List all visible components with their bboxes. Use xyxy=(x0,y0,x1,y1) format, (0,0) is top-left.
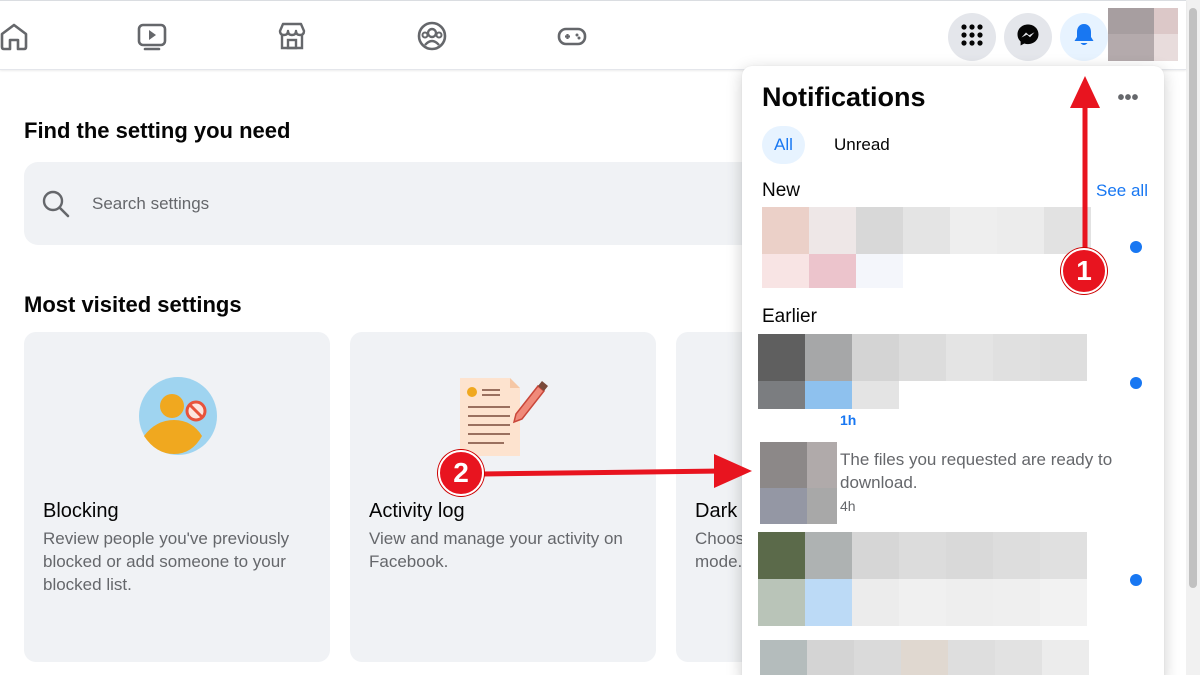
blocking-card[interactable]: Blocking Review people you've previously… xyxy=(24,332,330,662)
blurred-content xyxy=(762,207,1091,254)
card-title: Blocking xyxy=(43,500,119,522)
most-visited-title: Most visited settings xyxy=(24,292,242,317)
messenger-icon xyxy=(1016,23,1040,52)
menu-button[interactable] xyxy=(948,13,996,61)
notification-time: 4h xyxy=(840,498,856,514)
blurred-content xyxy=(758,334,1087,381)
search-settings-field[interactable]: Search settings xyxy=(24,162,764,245)
home-icon[interactable] xyxy=(0,20,30,52)
page-scrollbar[interactable] xyxy=(1186,0,1200,675)
menu-grid-icon xyxy=(961,23,983,51)
tab-unread[interactable]: Unread xyxy=(822,126,902,164)
tab-all[interactable]: All xyxy=(762,126,805,164)
notification-time: 1h xyxy=(840,412,857,428)
top-navigation-bar xyxy=(0,0,1186,70)
card-description: Review people you've previously blocked … xyxy=(43,529,290,594)
find-setting-title: Find the setting you need xyxy=(24,118,291,143)
annotation-badge-1: 1 xyxy=(1061,248,1107,294)
search-icon xyxy=(40,188,72,220)
unread-dot xyxy=(1130,241,1142,253)
notifications-title: Notifications xyxy=(762,82,926,112)
blurred-content xyxy=(758,532,1087,579)
new-section-label: New xyxy=(762,180,801,201)
search-input[interactable]: Search settings xyxy=(92,194,209,214)
unread-dot xyxy=(1130,377,1142,389)
blurred-content xyxy=(758,381,899,409)
notification-text: The files you requested are ready to dow… xyxy=(840,450,1113,492)
card-title: Activity log xyxy=(369,500,465,522)
bell-icon xyxy=(1073,23,1095,52)
blurred-content xyxy=(762,254,903,288)
blurred-content xyxy=(758,579,1087,626)
earlier-section-label: Earlier xyxy=(762,306,817,327)
more-options-icon[interactable]: ••• xyxy=(1116,86,1140,110)
notifications-button[interactable] xyxy=(1060,13,1108,61)
blurred-content xyxy=(760,640,1089,675)
groups-icon[interactable] xyxy=(416,20,448,52)
see-all-link[interactable]: See all xyxy=(1096,181,1148,201)
marketplace-icon[interactable] xyxy=(276,20,308,52)
blocking-illustration-icon xyxy=(136,374,220,458)
gaming-icon[interactable] xyxy=(556,20,588,52)
card-title: Dark xyxy=(695,500,738,522)
notification-avatar xyxy=(760,442,837,524)
activity-log-card[interactable]: Activity log View and manage your activi… xyxy=(350,332,656,662)
annotation-badge-2: 2 xyxy=(438,450,484,496)
unread-dot xyxy=(1130,574,1142,586)
browser-edge xyxy=(0,0,1186,4)
activity-log-illustration-icon xyxy=(454,372,554,462)
messenger-button[interactable] xyxy=(1004,13,1052,61)
watch-icon[interactable] xyxy=(136,20,168,52)
card-description: View and manage your activity on Faceboo… xyxy=(369,529,623,571)
scrollbar-thumb[interactable] xyxy=(1189,8,1197,588)
notifications-panel: Notifications ••• All Unread New See all… xyxy=(742,66,1164,675)
profile-avatar[interactable] xyxy=(1108,8,1178,61)
